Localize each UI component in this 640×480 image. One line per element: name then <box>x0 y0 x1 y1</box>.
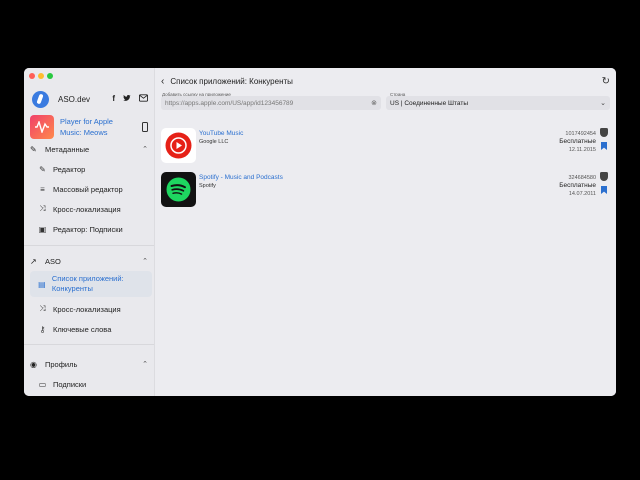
key-icon: ⚷ <box>39 324 46 334</box>
sidebar-item-label: Массовый редактор <box>53 184 123 194</box>
twitter-icon[interactable] <box>123 94 131 104</box>
sidebar-item-label: Редактор: Подписки <box>53 224 123 234</box>
sidebar-item-bulk-editor[interactable]: ≡ Массовый редактор <box>30 179 152 199</box>
aso-logo-icon <box>32 90 49 108</box>
back-chevron-icon[interactable]: ‹ <box>161 76 164 87</box>
youtube-music-icon <box>161 128 196 163</box>
sidebar-item-subscriptions-editor[interactable]: ▣ Редактор: Подписки <box>30 219 152 239</box>
chevron-up-icon[interactable]: ⌃ <box>142 257 148 265</box>
refresh-icon[interactable]: ↻ <box>602 76 610 87</box>
country-value: US | Соединенные Штаты <box>390 99 468 107</box>
current-app-name: Player for Apple Music: Meows <box>60 117 113 137</box>
social-links: f <box>112 94 148 104</box>
card-icon: ▭ <box>38 379 47 389</box>
sidebar-item-subscriptions[interactable]: ▭ Подписки <box>30 374 152 394</box>
edit-square-icon: ✎ <box>30 144 37 154</box>
section-profile[interactable]: ◉ Профиль ⌃ <box>30 357 148 371</box>
app-meta: 324684580 Бесплатные 14.07.2011 <box>559 174 596 198</box>
sidebar-item-editor[interactable]: ✎ Редактор <box>30 159 152 179</box>
toolbar: ‹ Список приложений: Конкуренты ↻ <box>161 74 610 88</box>
page-title: Список приложений: Конкуренты <box>170 76 293 86</box>
app-release-date: 14.07.2011 <box>568 191 596 197</box>
sidebar-item-label: Подписки <box>53 379 87 389</box>
divider <box>24 344 154 345</box>
bookmark-icon[interactable] <box>601 142 607 150</box>
spotify-icon <box>161 172 196 207</box>
clear-circle-icon[interactable]: ⊗ <box>371 99 377 107</box>
app-link-input[interactable]: https://apps.apple.com/US/app/id12345678… <box>161 96 381 110</box>
app-developer: Spotify <box>199 183 216 189</box>
sidebar-item-competitors[interactable]: ▤ Список приложений: Конкуренты <box>30 271 152 297</box>
app-title[interactable]: Spotify - Music and Podcasts <box>199 174 283 181</box>
list-item[interactable]: YouTube Music Google LLC 1017492454 Бесп… <box>161 128 610 164</box>
current-app-selector[interactable]: Player for Apple Music: Meows <box>30 113 148 141</box>
apps-list-icon: ▤ <box>38 279 46 289</box>
app-id: 1017492454 <box>565 131 596 137</box>
app-developer: Google LLC <box>199 139 229 145</box>
app-window: ASO.dev f Player for Apple Music: Meows … <box>24 68 616 396</box>
facebook-icon[interactable]: f <box>112 94 115 104</box>
bulk-edit-icon: ≡ <box>40 184 45 194</box>
sidebar: ASO.dev f Player for Apple Music: Meows … <box>24 68 155 396</box>
shuffle-icon: ⤨ <box>39 304 46 313</box>
brand-name: ASO.dev <box>58 94 91 104</box>
sidebar-item-label: Кросс-локализация <box>53 204 121 214</box>
section-metadata-label: Метаданные <box>45 144 90 154</box>
iphone-icon[interactable] <box>142 122 148 132</box>
list-item[interactable]: Spotify - Music and Podcasts Spotify 324… <box>161 172 610 208</box>
bookmark-icon[interactable] <box>601 186 607 194</box>
shield-icon[interactable] <box>600 128 608 137</box>
close-window-button[interactable] <box>29 73 35 79</box>
sidebar-item-aso-cross-localization[interactable]: ⤨ Кросс-локализация <box>30 299 152 319</box>
sidebar-item-keywords[interactable]: ⚷ Ключевые слова <box>30 319 152 339</box>
country-select[interactable]: US | Соединенные Штаты ⌄ <box>386 96 610 110</box>
app-title[interactable]: YouTube Music <box>199 130 243 137</box>
minimize-window-button[interactable] <box>38 73 44 79</box>
app-price: Бесплатные <box>559 182 596 189</box>
chevron-up-icon[interactable]: ⌃ <box>142 360 148 368</box>
section-metadata[interactable]: ✎ Метаданные ⌃ <box>30 142 148 156</box>
app-release-date: 12.11.2015 <box>568 147 596 153</box>
divider <box>24 245 154 246</box>
zoom-window-button[interactable] <box>47 73 53 79</box>
sidebar-item-cross-localization[interactable]: ⤨ Кросс-локализация <box>30 199 152 219</box>
trend-icon: ↗ <box>30 256 37 266</box>
shield-icon[interactable] <box>600 172 608 181</box>
sidebar-item-label: Список приложений: Конкуренты <box>51 274 124 293</box>
section-profile-label: Профиль <box>45 359 78 369</box>
shuffle-icon: ⤨ <box>39 204 46 213</box>
app-meta: 1017492454 Бесплатные 12.11.2015 <box>559 130 596 154</box>
app-header: ASO.dev f <box>32 90 148 108</box>
mail-icon[interactable] <box>139 94 148 104</box>
chevron-up-icon[interactable]: ⌃ <box>142 145 148 153</box>
window-controls <box>29 73 53 79</box>
pencil-icon: ✎ <box>39 164 46 174</box>
main-content: ‹ Список приложений: Конкуренты ↻ Добави… <box>155 68 616 396</box>
app-artwork-icon <box>30 115 54 139</box>
section-aso[interactable]: ↗ ASO ⌃ <box>30 254 148 268</box>
app-id: 324684580 <box>568 175 596 181</box>
app-price: Бесплатные <box>559 138 596 145</box>
chevron-down-icon: ⌄ <box>600 100 606 107</box>
sidebar-item-label: Редактор <box>53 164 86 174</box>
section-aso-label: ASO <box>45 256 61 266</box>
sidebar-item-label: Ключевые слова <box>53 324 112 334</box>
user-circle-icon: ◉ <box>30 359 37 369</box>
subscription-icon: ▣ <box>38 224 47 234</box>
sidebar-item-label: Кросс-локализация <box>53 304 121 314</box>
app-link-placeholder: https://apps.apple.com/US/app/id12345678… <box>165 99 294 107</box>
